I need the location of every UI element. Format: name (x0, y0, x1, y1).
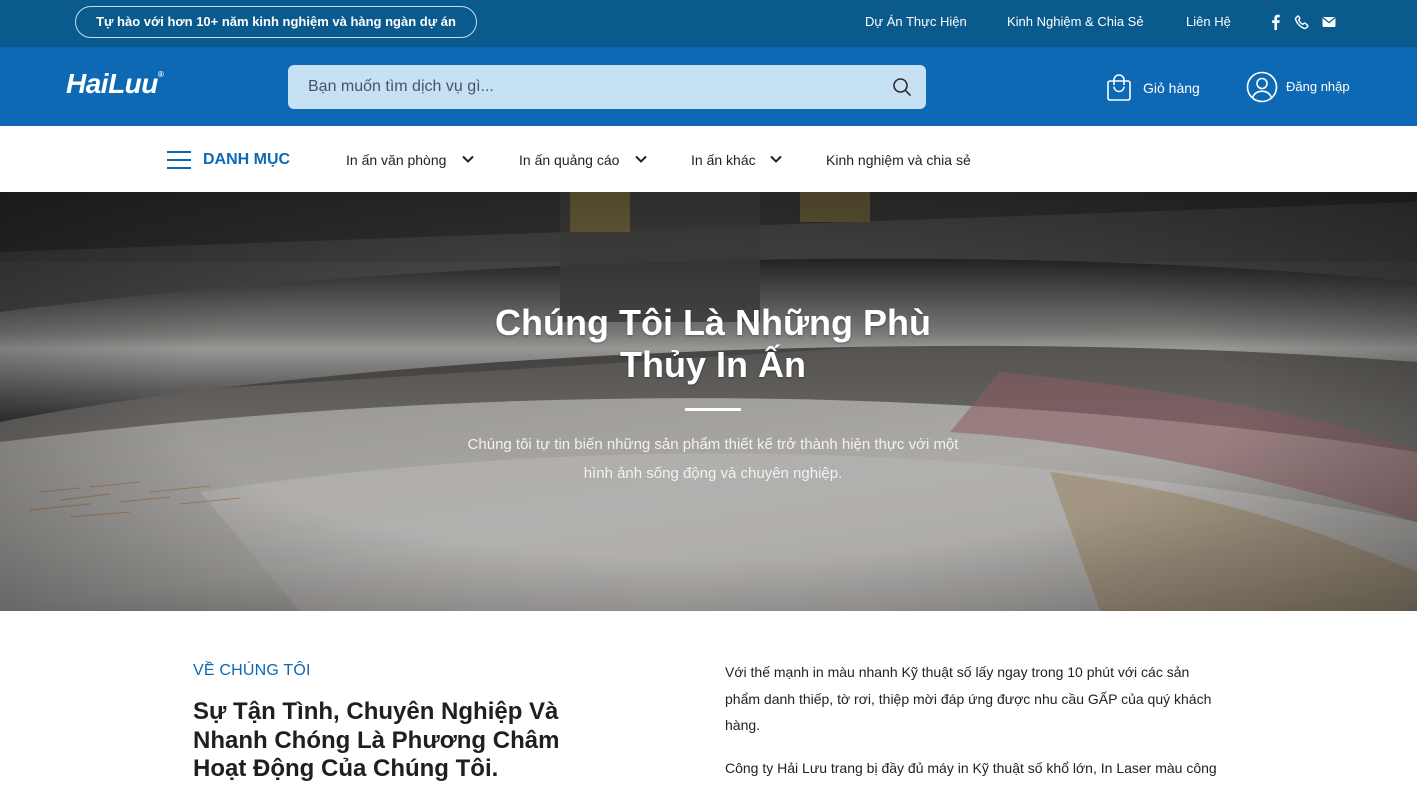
about-kicker: VỀ CHÚNG TÔI (193, 662, 311, 679)
nav-item-label: In ấn văn phòng (346, 152, 447, 168)
nav-item-label: In ấn khác (691, 152, 756, 168)
nav-item-other-printing[interactable]: In ấn khác (691, 152, 782, 168)
search-icon[interactable] (892, 77, 912, 97)
hamburger-icon (167, 151, 191, 169)
hero-title: Chúng Tôi Là Những Phù Thủy In Ấn (495, 302, 931, 385)
about-paragraph-1: Với thế mạnh in màu nhanh Kỹ thuật số lấ… (725, 664, 1212, 733)
category-menu-label: DANH MỤC (203, 151, 291, 168)
tagline-badge: Tự hào với hơn 10+ năm kinh nghiệm và hà… (75, 6, 477, 38)
user-icon (1246, 71, 1278, 103)
about-title: Sự Tận Tình, Chuyên Nghiệp Và Nhanh Chón… (193, 698, 560, 782)
login-label: Đăng nhập (1286, 79, 1350, 94)
main-header: HaiLuu® Giỏ hàng Đăng nhập (0, 47, 1417, 126)
chevron-down-icon (635, 155, 647, 163)
shopping-bag-icon (1107, 74, 1131, 101)
mail-icon[interactable] (1321, 14, 1337, 30)
nav-item-experience[interactable]: Kinh nghiệm và chia sẻ (826, 152, 971, 168)
nav-item-office-printing[interactable]: In ấn văn phòng (346, 152, 474, 168)
search-box (288, 65, 926, 109)
nav-item-label: Kinh nghiệm và chia sẻ (826, 152, 971, 168)
chevron-down-icon (770, 155, 782, 163)
top-bar: Tự hào với hơn 10+ năm kinh nghiệm và hà… (0, 0, 1417, 47)
search-input[interactable] (288, 65, 878, 109)
hero-banner: Chúng Tôi Là Những Phù Thủy In Ấn Chúng … (0, 192, 1417, 611)
cart-label: Giỏ hàng (1143, 80, 1200, 96)
brand-logo[interactable]: HaiLuu® (66, 68, 164, 100)
facebook-icon[interactable] (1268, 14, 1284, 30)
toplink-experience[interactable]: Kinh Nghiệm & Chia Sẻ (1007, 14, 1144, 29)
nav-item-advertising-printing[interactable]: In ấn quảng cáo (519, 152, 647, 168)
about-paragraph-2: Công ty Hải Lưu trang bị đầy đủ máy in K… (725, 760, 1217, 776)
toplink-projects[interactable]: Dự Án Thực Hiện (865, 14, 967, 29)
hero-subtitle: Chúng tôi tự tin biến những sản phẩm thi… (467, 436, 959, 482)
chevron-down-icon (462, 155, 474, 163)
toplink-contact[interactable]: Liên Hệ (1186, 14, 1231, 29)
hero-divider (685, 408, 741, 411)
nav-item-label: In ấn quảng cáo (519, 152, 620, 168)
phone-icon[interactable] (1294, 14, 1310, 30)
hero-background-image (0, 192, 1417, 611)
category-nav: DANH MỤC In ấn văn phòng In ấn quảng cáo… (0, 126, 1417, 192)
